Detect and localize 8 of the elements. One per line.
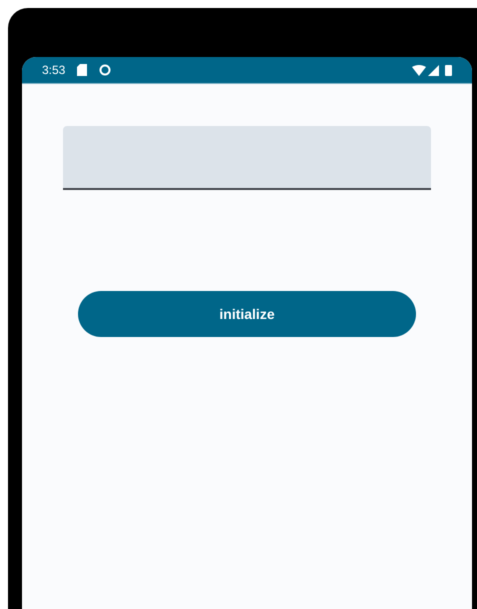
text-field[interactable]	[63, 126, 431, 190]
wifi-icon	[412, 64, 426, 76]
status-time: 3:53	[42, 62, 66, 79]
sd-card-icon	[77, 64, 88, 76]
sync-icon	[99, 64, 112, 76]
signal-icon	[428, 64, 439, 76]
initialize-button[interactable]: initialize	[78, 291, 416, 337]
battery-icon	[445, 64, 452, 76]
